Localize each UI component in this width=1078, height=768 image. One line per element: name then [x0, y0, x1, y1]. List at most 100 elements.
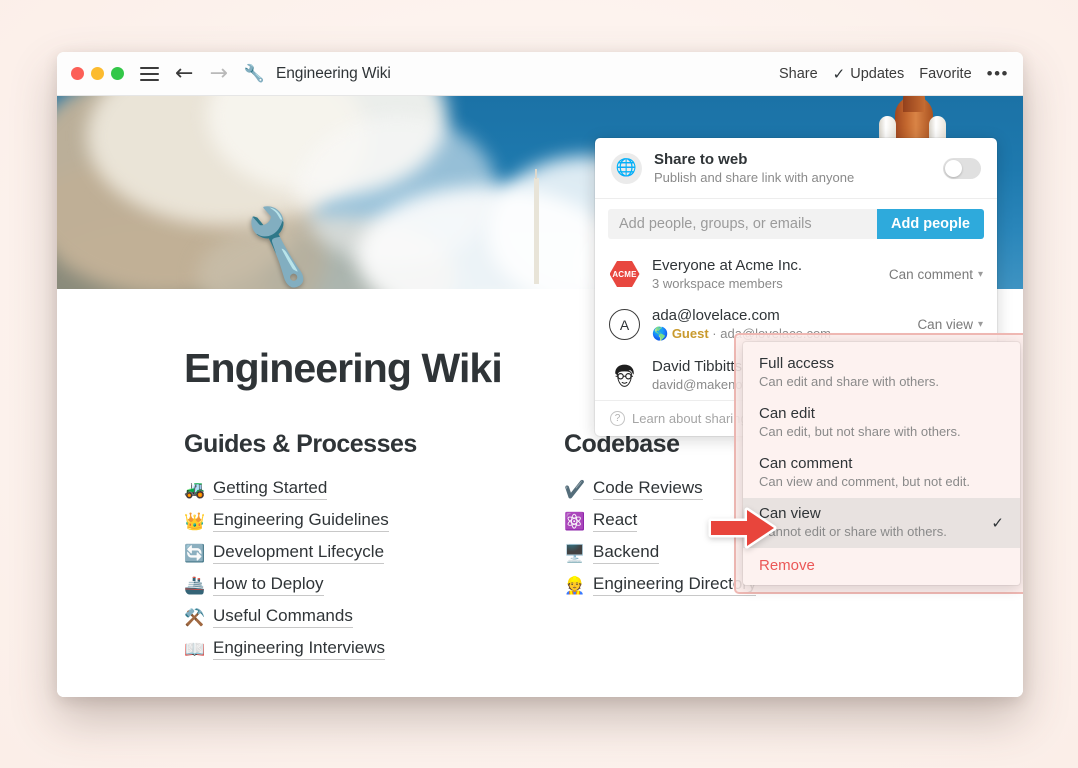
- add-people-button[interactable]: Add people: [877, 209, 984, 239]
- maximize-window-button[interactable]: [111, 67, 124, 80]
- permission-label: Can view: [917, 317, 973, 332]
- page-link[interactable]: Code Reviews: [593, 478, 703, 500]
- page-link[interactable]: How to Deploy: [213, 574, 324, 596]
- chevron-down-icon: ▾: [977, 268, 983, 280]
- share-to-web-title: Share to web: [654, 151, 748, 168]
- permission-label: Can comment: [888, 266, 973, 282]
- atom-icon: ⚛️: [564, 511, 586, 531]
- annotation-arrow-right-icon: [708, 507, 777, 549]
- invite-row: Add people: [595, 199, 997, 249]
- desktop-computer-icon: 🖥️: [564, 543, 586, 563]
- crown-icon: 👑: [184, 511, 206, 531]
- acme-badge-label: ACME: [612, 269, 637, 279]
- checkmark-icon: ✔️: [564, 479, 586, 499]
- list-item[interactable]: 🚜 Getting Started: [184, 473, 564, 505]
- titlebar-actions: Share ✓ Updates Favorite •••: [779, 52, 1009, 96]
- page-link[interactable]: Backend: [593, 542, 660, 564]
- column-heading: Guides & Processes: [184, 430, 417, 458]
- updates-label: Updates: [850, 66, 905, 82]
- letter-avatar: A: [609, 309, 640, 340]
- list-item[interactable]: 🚢 How to Deploy: [184, 569, 564, 601]
- check-icon: ✓: [832, 65, 846, 83]
- recycle-arrows-icon: 🔄: [184, 543, 206, 563]
- list-item[interactable]: 👑 Engineering Guidelines: [184, 505, 564, 537]
- footer-label: Learn about sharing: [632, 411, 748, 426]
- traffic-lights: [71, 67, 124, 80]
- menu-item-title: Can comment: [759, 455, 853, 472]
- guest-globe-icon: 🌎: [652, 327, 669, 342]
- acme-hex-badge: ACME: [609, 259, 640, 290]
- permission-menu: Full access Can edit and share with othe…: [743, 342, 1020, 585]
- menu-item-title: Can edit: [759, 405, 815, 422]
- list-item[interactable]: ⚒️ Useful Commands: [184, 601, 564, 633]
- share-to-web-toggle[interactable]: [943, 157, 981, 179]
- menu-item-full-access[interactable]: Full access Can edit and share with othe…: [743, 348, 1020, 398]
- back-button[interactable]: ←: [175, 60, 194, 86]
- list-item[interactable]: 🔄 Development Lifecycle: [184, 537, 564, 569]
- tractor-icon: 🚜: [184, 479, 206, 499]
- globe-icon: 🌐: [611, 152, 642, 184]
- close-window-button[interactable]: [71, 67, 84, 80]
- person-subtitle: 3 workspace members: [652, 276, 783, 291]
- menu-item-description: Can edit, but not share with others.: [759, 424, 961, 439]
- page-link[interactable]: Engineering Guidelines: [213, 510, 389, 532]
- avatar: [609, 359, 640, 391]
- menu-item-title: Can view: [759, 505, 821, 522]
- page-link[interactable]: Getting Started: [213, 478, 328, 500]
- worker-icon: 👷: [564, 575, 586, 595]
- forward-button[interactable]: →: [209, 60, 228, 86]
- menu-item-title: Full access: [759, 355, 835, 372]
- person-info: Everyone at Acme Inc. 3 workspace member…: [652, 257, 889, 291]
- hammer-and-wrench-icon: ⚒️: [184, 607, 206, 627]
- hamburger-icon: [140, 66, 159, 81]
- page-link[interactable]: React: [593, 510, 638, 532]
- favorite-button[interactable]: Favorite: [919, 66, 971, 82]
- wrench-icon: 🔧: [243, 64, 266, 83]
- minimize-window-button[interactable]: [91, 67, 104, 80]
- menu-item-description: Can view and comment, but not edit.: [759, 474, 971, 489]
- arrow-right-icon: →: [209, 60, 228, 86]
- separator-dot: ·: [712, 326, 717, 341]
- list-item[interactable]: 📖 Engineering Interviews: [184, 633, 564, 665]
- avatar: A: [609, 309, 640, 340]
- menu-item-can-edit[interactable]: Can edit Can edit, but not share with ot…: [743, 398, 1020, 448]
- launch-tower: [534, 169, 539, 284]
- updates-button[interactable]: ✓ Updates: [833, 65, 905, 83]
- person-name: ada@lovelace.com: [652, 307, 780, 324]
- chevron-down-icon: ▾: [977, 319, 983, 330]
- share-button[interactable]: Share: [779, 66, 818, 82]
- table-row[interactable]: ACME Everyone at Acme Inc. 3 workspace m…: [595, 249, 997, 299]
- page-link[interactable]: Engineering Interviews: [213, 638, 385, 660]
- sidebar-toggle-button[interactable]: [140, 66, 159, 81]
- permission-dropdown-everyone[interactable]: Can comment ▾: [889, 267, 983, 282]
- check-icon: ✓: [991, 514, 1004, 532]
- person-name: Everyone at Acme Inc.: [652, 257, 803, 274]
- permission-menu-highlight: Full access Can edit and share with othe…: [734, 333, 1023, 594]
- question-circle-icon: ?: [610, 411, 625, 426]
- screenshot-stage: ← → 🔧 Engineering Wiki Share ✓ Updates F…: [0, 0, 1078, 768]
- menu-item-remove[interactable]: Remove: [743, 548, 1020, 585]
- menu-item-can-comment[interactable]: Can comment Can view and comment, but no…: [743, 448, 1020, 498]
- page-link[interactable]: Development Lifecycle: [213, 542, 385, 564]
- menu-item-description: Cannot edit or share with others.: [759, 524, 947, 539]
- share-to-web-subtitle: Publish and share link with anyone: [654, 170, 855, 185]
- page-link[interactable]: Useful Commands: [213, 606, 353, 628]
- page-link[interactable]: Engineering Directory: [593, 574, 757, 596]
- invite-email-input[interactable]: [608, 209, 878, 239]
- ship-icon: 🚢: [184, 575, 206, 595]
- avatar: ACME: [609, 259, 640, 290]
- open-book-icon: 📖: [184, 639, 206, 659]
- page-body: 🔧 Engineering Wiki Guides & Processes 🚜 …: [57, 96, 1023, 697]
- column-guides-processes: Guides & Processes 🚜 Getting Started 👑 E…: [184, 430, 564, 665]
- share-to-web-text: Share to web Publish and share link with…: [654, 151, 943, 185]
- toggle-knob: [945, 159, 962, 177]
- arrow-left-icon: ←: [175, 60, 194, 86]
- breadcrumb-document-title[interactable]: Engineering Wiki: [276, 65, 391, 83]
- share-to-web-row: 🌐 Share to web Publish and share link wi…: [595, 138, 997, 199]
- menu-item-description: Can edit and share with others.: [759, 374, 939, 389]
- more-options-icon[interactable]: •••: [987, 65, 1009, 82]
- guest-badge: Guest: [671, 326, 709, 341]
- permission-dropdown-ada[interactable]: Can view ▾: [917, 317, 983, 332]
- person-photo-avatar: [609, 359, 640, 391]
- menu-item-can-view[interactable]: Can view Cannot edit or share with other…: [743, 498, 1020, 548]
